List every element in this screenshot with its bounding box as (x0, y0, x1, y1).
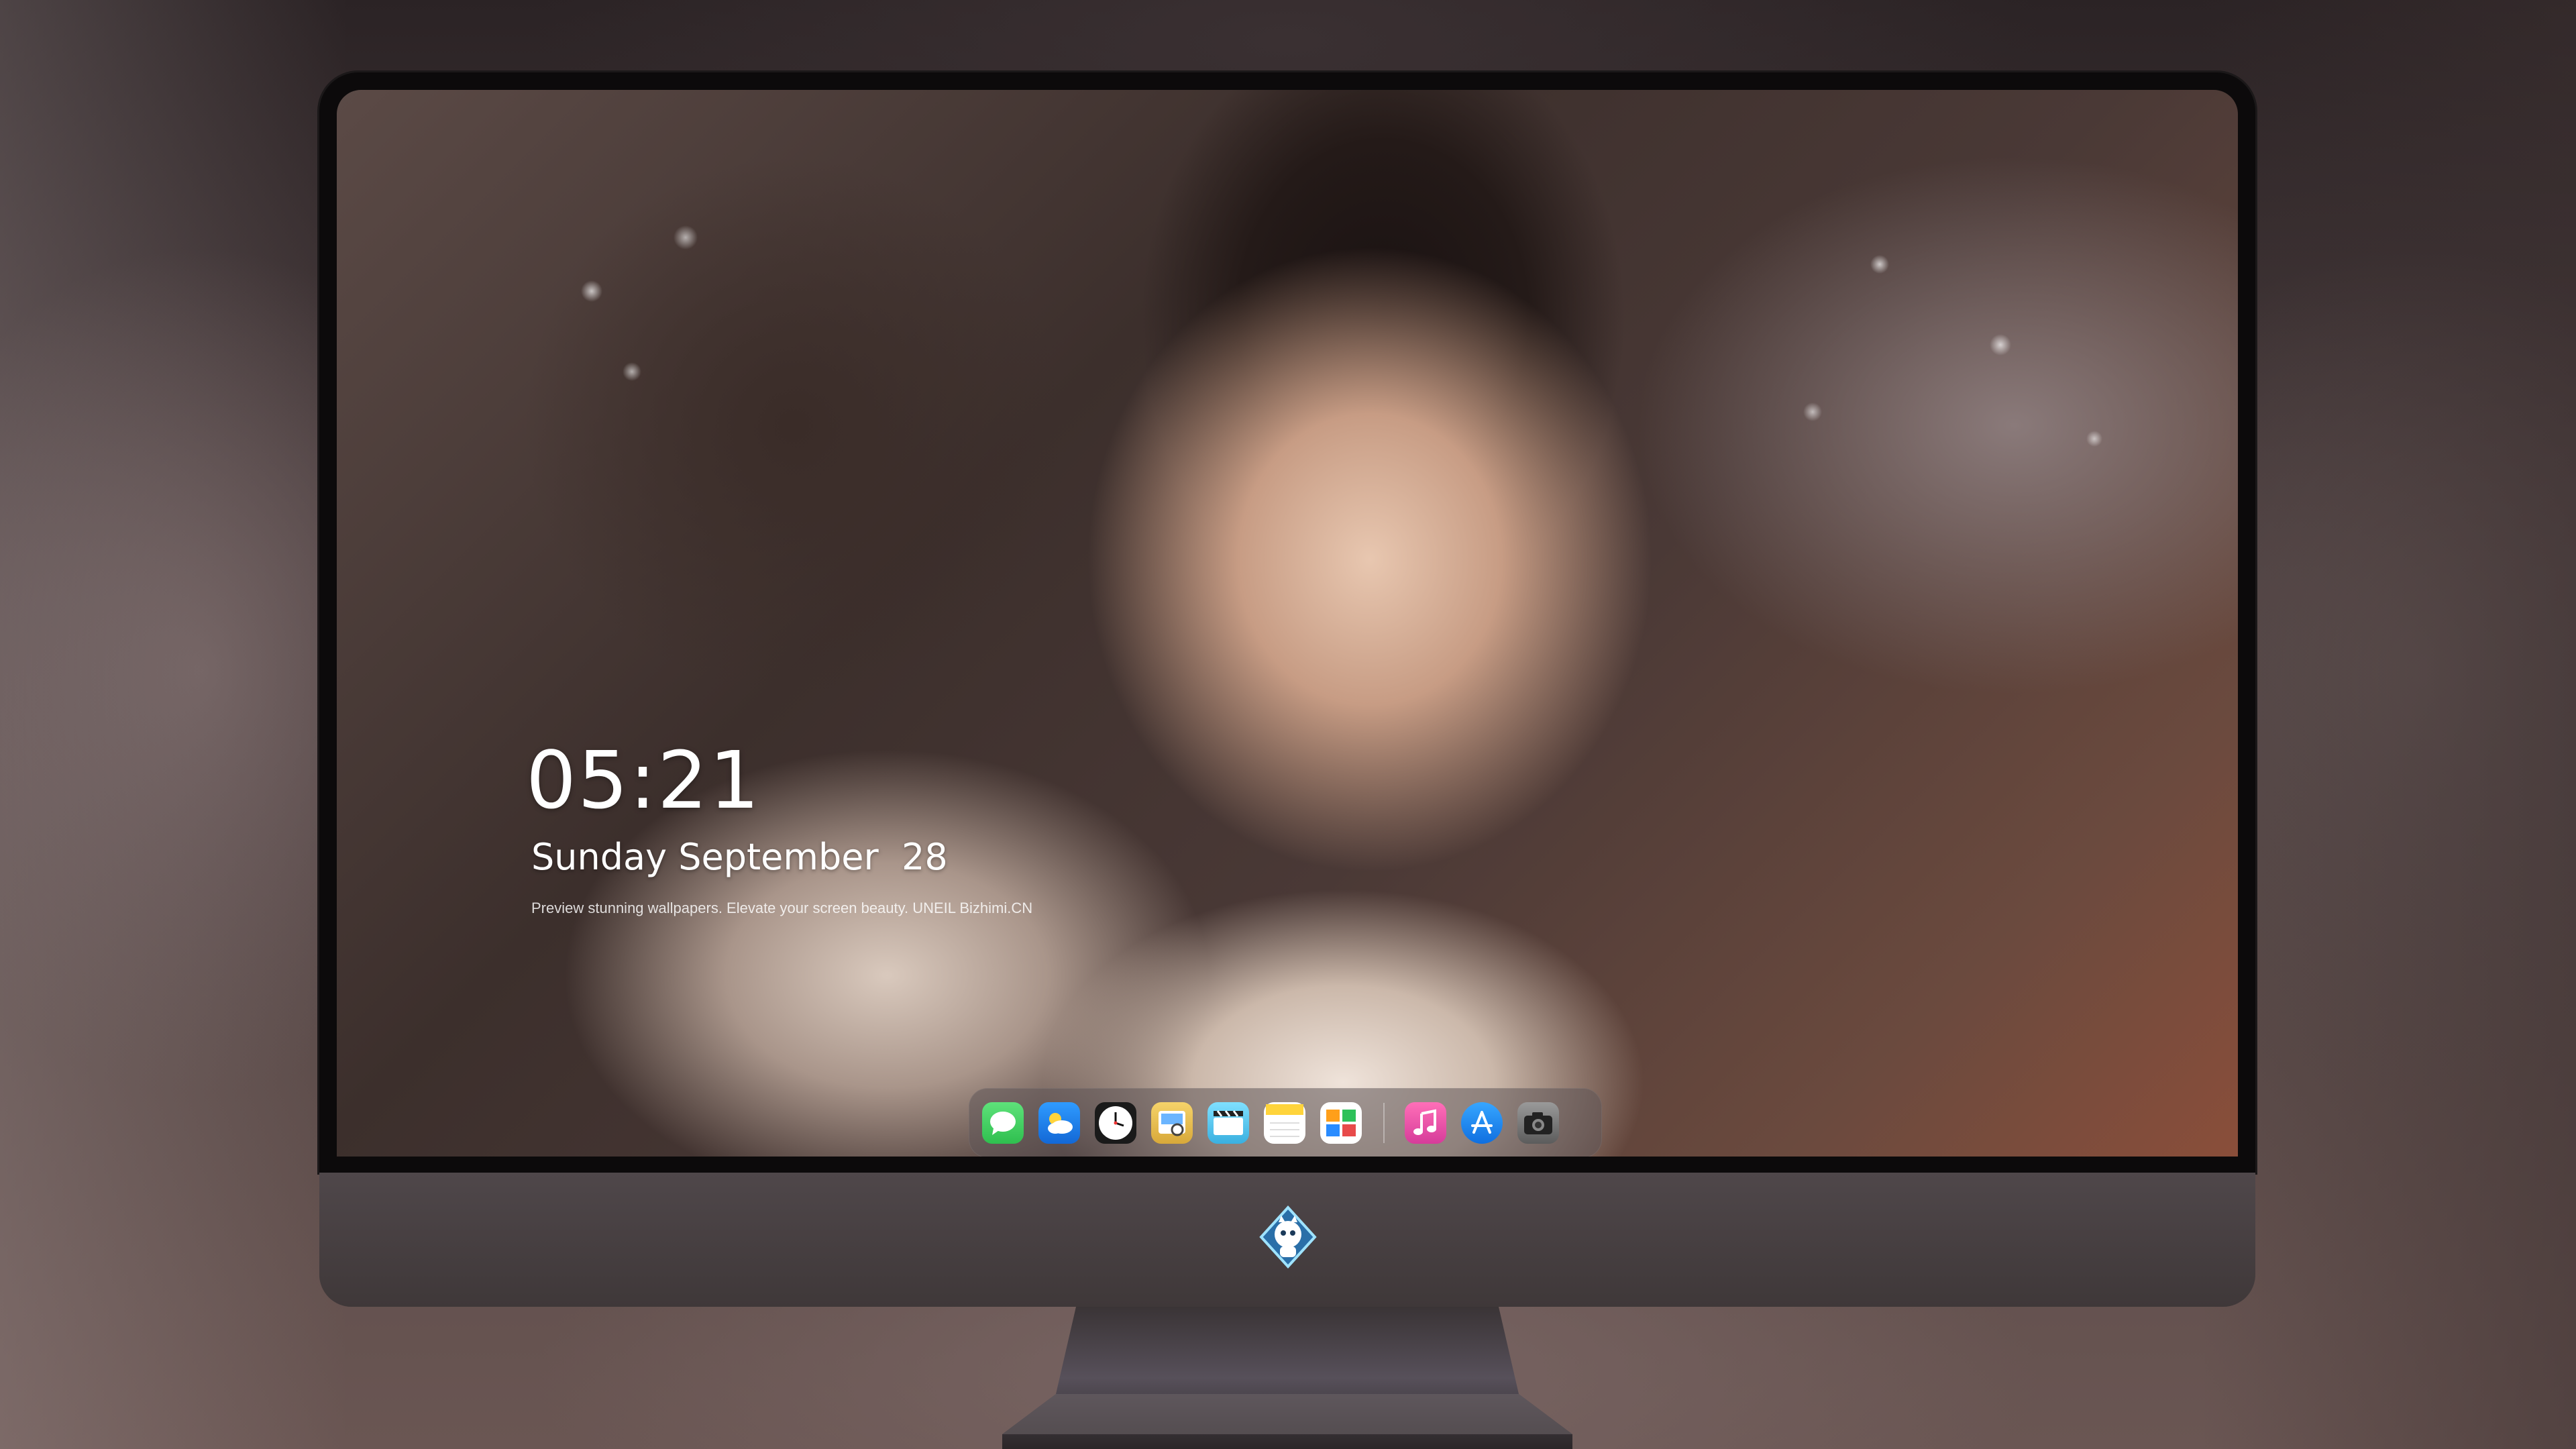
monitor-stand (1002, 1307, 1572, 1449)
monitor-bezel: 05:21 Sunday September 28 Preview stunni… (319, 72, 2255, 1173)
wallpaper-image (337, 90, 2238, 1157)
notes-icon[interactable] (1264, 1102, 1305, 1144)
lockscreen-date: Sunday September 28 (531, 836, 948, 878)
weather-icon[interactable] (1038, 1102, 1080, 1144)
mascot-logo-icon (1256, 1205, 1320, 1269)
wallpaper-tagline: Preview stunning wallpapers. Elevate you… (531, 900, 1033, 916)
calendar-icon[interactable] (1320, 1102, 1362, 1144)
desktop-screen: 05:21 Sunday September 28 Preview stunni… (337, 90, 2238, 1157)
clips-icon[interactable] (1208, 1102, 1249, 1144)
preview-icon[interactable] (1151, 1102, 1193, 1144)
monitor: 05:21 Sunday September 28 Preview stunni… (319, 72, 2255, 1307)
music-icon[interactable] (1405, 1102, 1446, 1144)
dock-separator (1383, 1103, 1385, 1143)
app-store-icon[interactable] (1461, 1102, 1503, 1144)
clock-icon[interactable] (1095, 1102, 1136, 1144)
messages-icon[interactable] (982, 1102, 1024, 1144)
lockscreen-time: 05:21 (526, 734, 761, 826)
dock (969, 1088, 1602, 1157)
camera-icon[interactable] (1517, 1102, 1559, 1144)
